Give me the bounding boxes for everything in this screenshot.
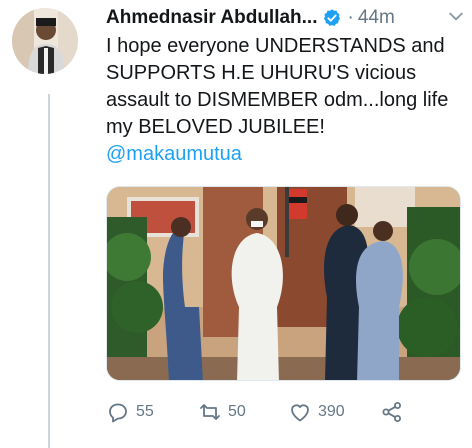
author-name[interactable]: Ahmednasir Abdullah... [106,7,318,29]
reply-count: 55 [136,403,154,420]
share-button[interactable] [380,398,410,426]
reply-icon [109,403,127,423]
header-separator: · [347,7,354,28]
share-icon [382,402,401,422]
tweet-actions: 55 50 390 [106,398,466,426]
heart-icon [291,404,309,422]
avatar[interactable] [12,8,78,74]
retweet-count: 50 [228,403,246,420]
retweet-icon [200,404,220,420]
tweet-timestamp[interactable]: 44m [358,7,395,29]
photo-image [107,187,460,380]
like-button[interactable]: 390 [288,398,345,426]
like-count: 390 [318,403,345,420]
thread-connector-line [48,94,50,448]
tweet-body: I hope everyone UNDERSTANDS and SUPPORTS… [106,35,449,138]
verified-badge-icon [323,9,340,26]
retweet-button[interactable]: 50 [198,398,246,426]
reply-button[interactable]: 55 [106,398,154,426]
chevron-down-icon[interactable] [446,6,466,26]
mention-link[interactable]: @makaumutua [106,143,242,165]
avatar-image [12,8,78,74]
tweet-header: Ahmednasir Abdullah... · 44m [106,6,395,30]
tweet-media-photo[interactable] [106,186,461,381]
tweet-text: I hope everyone UNDERSTANDS and SUPPORTS… [106,33,458,168]
